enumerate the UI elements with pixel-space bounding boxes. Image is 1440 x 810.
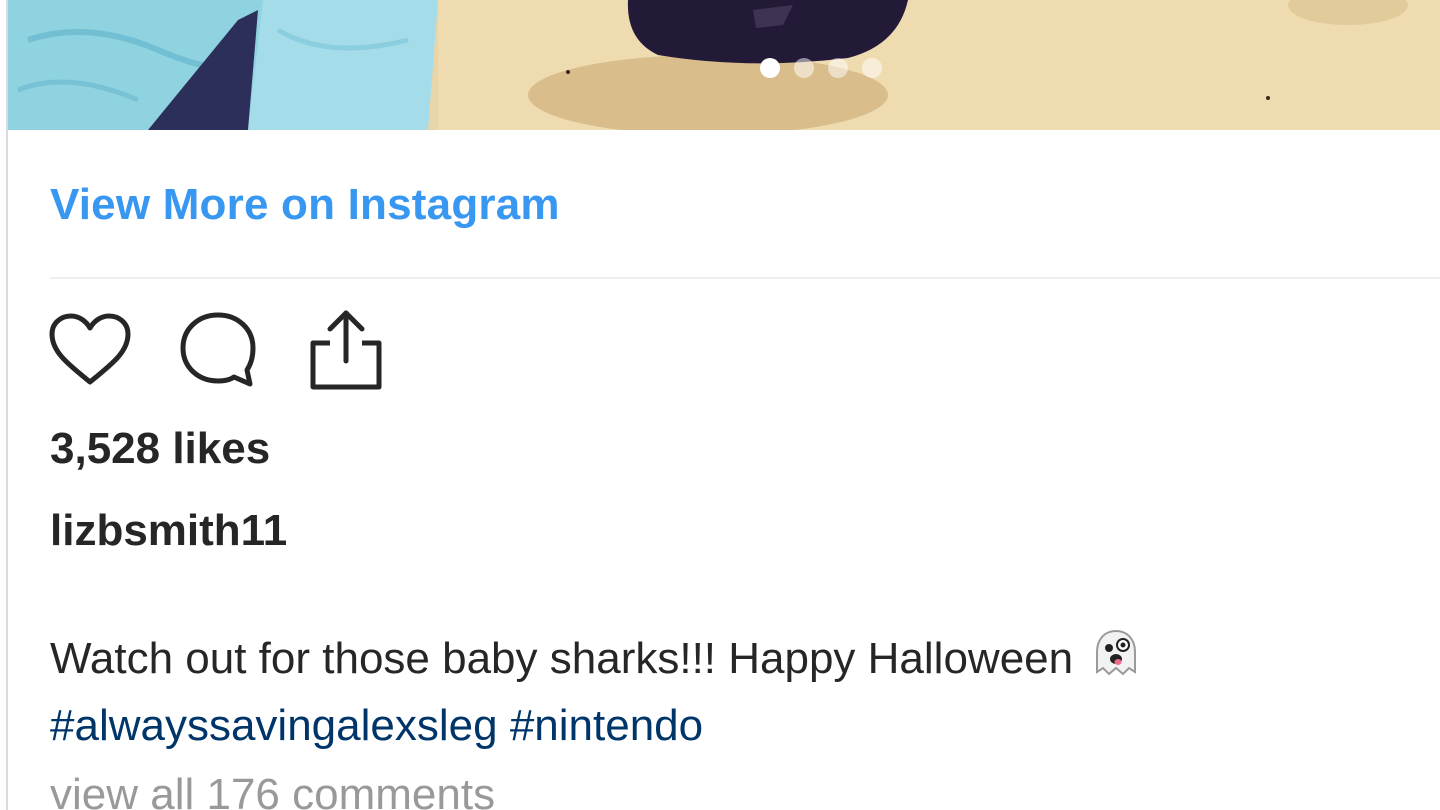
post-username[interactable]: lizbsmith11 (50, 506, 287, 556)
heart-icon (49, 313, 131, 385)
comment-bubble-icon (180, 312, 256, 387)
carousel-dot-1[interactable] (760, 58, 780, 78)
caption-text: Watch out for those baby sharks!!! Happy… (50, 634, 1074, 684)
photo-image (8, 0, 1440, 130)
share-button[interactable] (304, 308, 388, 392)
instagram-embed-card: View More on Instagram 3,528 likes lizbs… (6, 0, 1440, 810)
divider (50, 277, 1440, 279)
share-upload-icon (310, 310, 382, 390)
hashtag-link[interactable]: #nintendo (510, 701, 703, 750)
carousel-dot-4[interactable] (862, 58, 882, 78)
like-button[interactable] (48, 308, 132, 392)
view-more-on-instagram-link[interactable]: View More on Instagram (50, 180, 560, 230)
hashtag-link[interactable]: #alwayssavingalexsleg (50, 701, 498, 750)
post-actions (48, 308, 388, 392)
post-caption: Watch out for those baby sharks!!! Happy… (50, 628, 1410, 757)
ghost-emoji-icon (1091, 628, 1141, 695)
carousel-dot-3[interactable] (828, 58, 848, 78)
carousel-indicator (760, 58, 882, 78)
view-all-comments-link[interactable]: view all 176 comments (50, 770, 495, 810)
likes-count: 3,528 likes (50, 424, 271, 473)
post-photo[interactable] (8, 0, 1440, 130)
comment-button[interactable] (176, 308, 260, 392)
carousel-dot-2[interactable] (794, 58, 814, 78)
